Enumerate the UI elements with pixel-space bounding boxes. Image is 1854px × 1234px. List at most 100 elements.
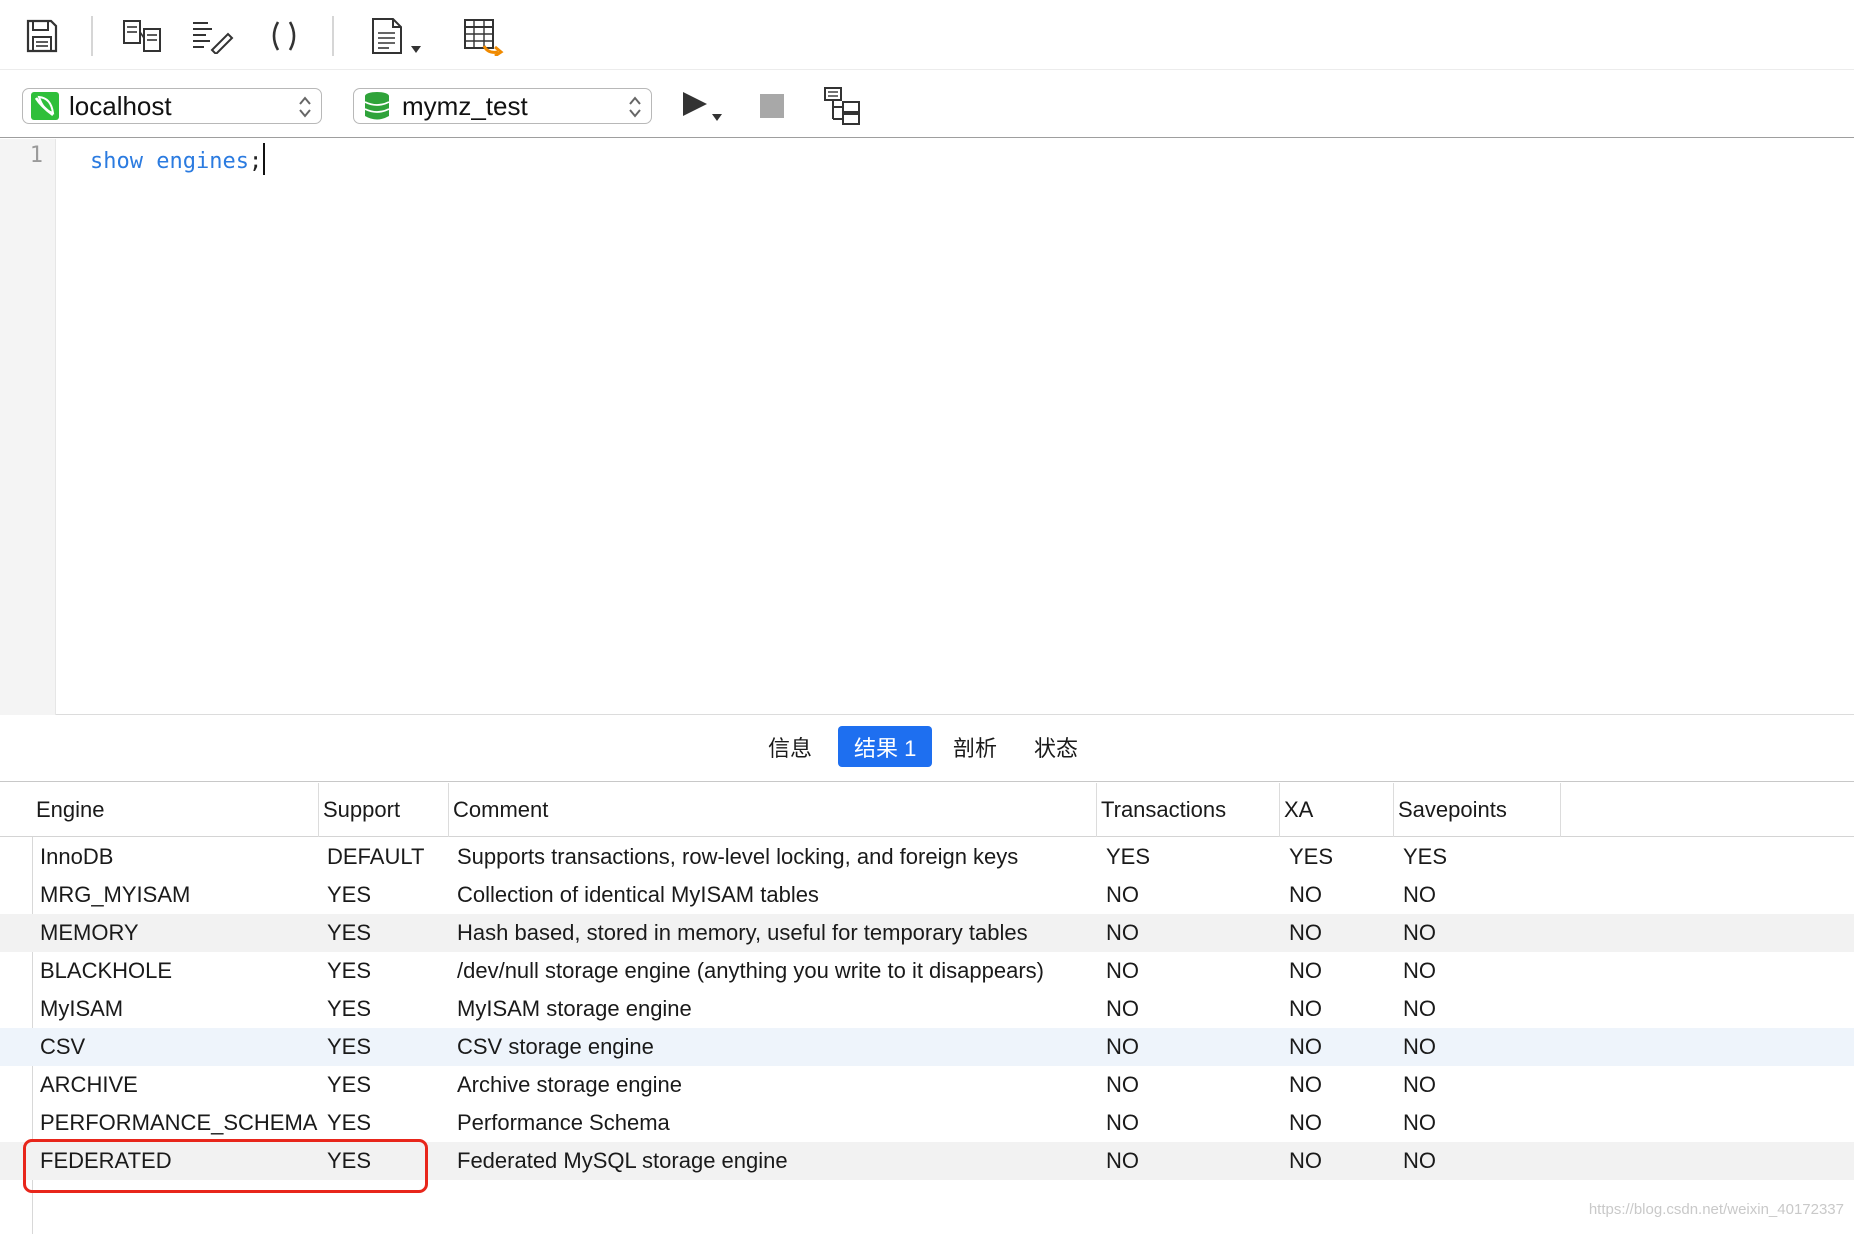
table-row[interactable]: InnoDB DEFAULT Supports transactions, ro…: [0, 838, 1854, 876]
beautify-sql-button[interactable]: [188, 14, 236, 58]
table-row[interactable]: MEMORY YES Hash based, stored in memory,…: [0, 914, 1854, 952]
cell-comment: Federated MySQL storage engine: [457, 1148, 788, 1173]
database-icon: [364, 92, 390, 120]
cell-transactions: NO: [1106, 958, 1139, 983]
cell-support: YES: [327, 1148, 372, 1173]
cell-savepoints: NO: [1403, 1034, 1436, 1059]
cell-engine: MEMORY: [40, 920, 139, 945]
text-cursor: [263, 143, 266, 175]
cell-savepoints: NO: [1403, 1148, 1436, 1173]
column-header-comment[interactable]: Comment: [449, 783, 1097, 837]
connection-toolbar: localhost mymz_test: [0, 70, 1854, 138]
cell-comment: MyISAM storage engine: [457, 996, 692, 1021]
stop-button[interactable]: [754, 84, 790, 128]
cell-engine: InnoDB: [40, 844, 114, 869]
result-tabbar: 信息 结果 1 剖析 状态: [0, 715, 1854, 782]
table-row[interactable]: PERFORMANCE_SCHEMA YES Performance Schem…: [0, 1104, 1854, 1142]
connection-selector[interactable]: localhost: [22, 88, 322, 124]
cell-engine: BLACKHOLE: [40, 958, 173, 983]
cell-xa: NO: [1289, 1110, 1322, 1135]
sql-keyword: show: [90, 149, 143, 174]
cell-transactions: NO: [1106, 1110, 1139, 1135]
database-selector[interactable]: mymz_test: [353, 88, 652, 124]
run-icon: [683, 92, 722, 121]
cell-support: DEFAULT: [327, 844, 425, 869]
cell-support: YES: [327, 882, 372, 907]
cell-comment: Collection of identical MyISAM tables: [457, 882, 819, 907]
tab-info[interactable]: 信息: [752, 726, 828, 767]
cell-savepoints: NO: [1403, 882, 1436, 907]
cell-transactions: NO: [1106, 996, 1139, 1021]
table-row[interactable]: CSV YES CSV storage engine NO NO NO: [0, 1028, 1854, 1066]
connection-leaf-icon: [31, 92, 59, 120]
main-toolbar: [0, 0, 1854, 70]
result-grid[interactable]: Engine Support Comment Transactions XA S…: [0, 783, 1854, 1234]
cell-comment: Hash based, stored in memory, useful for…: [457, 920, 1028, 945]
cell-transactions: YES: [1106, 844, 1151, 869]
run-button[interactable]: [676, 84, 726, 128]
cell-xa: NO: [1289, 958, 1322, 983]
explain-button[interactable]: [818, 84, 868, 128]
cell-engine: CSV: [40, 1034, 86, 1059]
cell-transactions: NO: [1106, 1034, 1139, 1059]
chevron-updown-icon: [299, 96, 311, 118]
table-row[interactable]: FEDERATED YES Federated MySQL storage en…: [0, 1142, 1854, 1180]
save-button[interactable]: [18, 14, 66, 58]
query-builder-button[interactable]: [118, 14, 166, 58]
column-header-transactions[interactable]: Transactions: [1097, 783, 1280, 837]
sql-editor[interactable]: 1 show engines;: [0, 139, 1854, 715]
cell-transactions: NO: [1106, 1148, 1139, 1173]
cell-comment: /dev/null storage engine (anything you w…: [457, 958, 1045, 983]
cell-engine: FEDERATED: [40, 1148, 172, 1173]
cell-transactions: NO: [1106, 882, 1139, 907]
column-header-xa[interactable]: XA: [1280, 783, 1394, 837]
tab-profile[interactable]: 剖析: [937, 726, 1013, 767]
text-export-button[interactable]: [368, 14, 428, 58]
code-snippet-button[interactable]: [260, 14, 308, 58]
cell-transactions: NO: [1106, 1072, 1139, 1097]
grid-rows: InnoDB DEFAULT Supports transactions, ro…: [0, 838, 1854, 1180]
cell-support: YES: [327, 920, 372, 945]
explain-table-button[interactable]: [454, 14, 510, 58]
cell-support: YES: [327, 1034, 372, 1059]
cell-engine: ARCHIVE: [40, 1072, 138, 1097]
cell-support: YES: [327, 1110, 372, 1135]
save-icon: [26, 19, 58, 53]
column-header-engine[interactable]: Engine: [32, 783, 319, 837]
column-header-savepoints[interactable]: Savepoints: [1394, 783, 1561, 837]
toolbar-separator: [91, 16, 93, 56]
cell-savepoints: NO: [1403, 920, 1436, 945]
sql-code-line[interactable]: show engines;: [90, 143, 266, 175]
sql-terminator: ;: [248, 149, 263, 174]
explain-icon: [824, 87, 860, 125]
sql-identifier: engines: [156, 149, 249, 174]
table-row[interactable]: MRG_MYISAM YES Collection of identical M…: [0, 876, 1854, 914]
column-header-support[interactable]: Support: [319, 783, 449, 837]
table-row[interactable]: MyISAM YES MyISAM storage engine NO NO N…: [0, 990, 1854, 1028]
cell-xa: YES: [1289, 844, 1334, 869]
explain-table-icon: [464, 19, 504, 56]
tab-result-1[interactable]: 结果 1: [838, 726, 933, 767]
cell-xa: NO: [1289, 996, 1322, 1021]
cell-xa: NO: [1289, 920, 1322, 945]
cell-support: YES: [327, 996, 372, 1021]
grid-header: Engine Support Comment Transactions XA S…: [0, 783, 1854, 837]
toolbar-separator: [332, 16, 334, 56]
cell-savepoints: NO: [1403, 958, 1436, 983]
tab-status[interactable]: 状态: [1018, 726, 1094, 767]
cell-support: YES: [327, 1072, 372, 1097]
cell-xa: NO: [1289, 882, 1322, 907]
cell-xa: NO: [1289, 1034, 1322, 1059]
query-builder-icon: [123, 20, 161, 52]
cell-comment: Archive storage engine: [457, 1072, 683, 1097]
cell-savepoints: YES: [1403, 844, 1448, 869]
chevron-updown-icon: [629, 96, 641, 118]
table-row[interactable]: BLACKHOLE YES /dev/null storage engine (…: [0, 952, 1854, 990]
line-number-gutter: 1: [0, 139, 56, 715]
beautify-sql-icon: [193, 22, 234, 54]
cell-savepoints: NO: [1403, 996, 1436, 1021]
table-row[interactable]: ARCHIVE YES Archive storage engine NO NO…: [0, 1066, 1854, 1104]
database-name: mymz_test: [402, 90, 528, 121]
cell-engine: MRG_MYISAM: [40, 882, 191, 907]
stop-icon: [760, 94, 784, 118]
